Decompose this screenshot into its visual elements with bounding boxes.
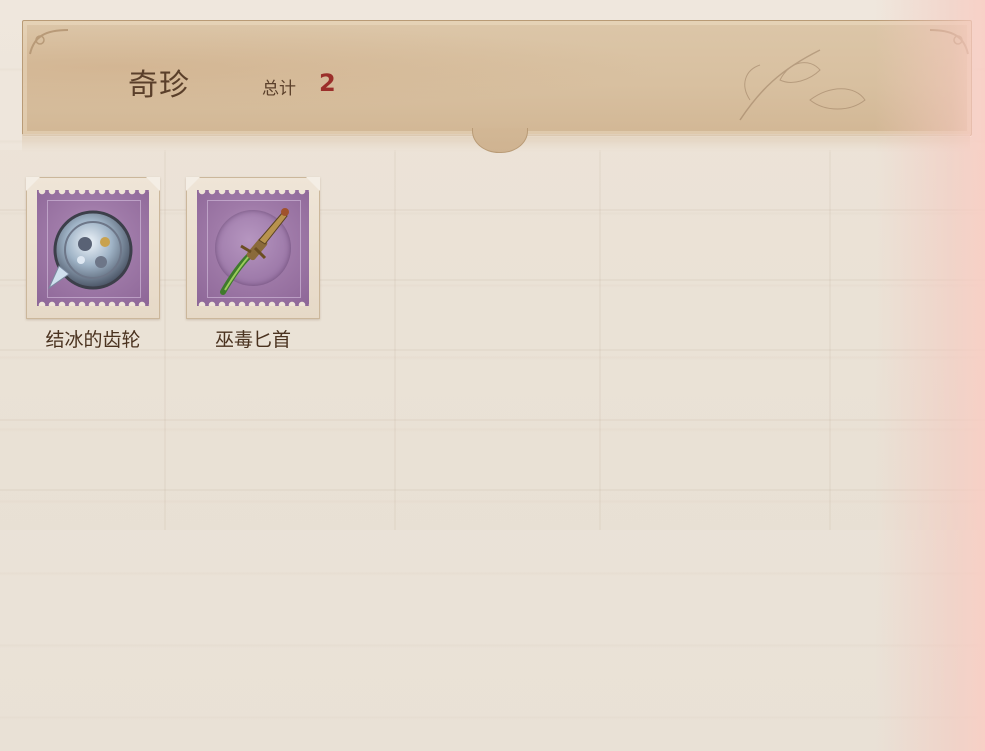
collection-item[interactable]: 巫毒匕首 — [186, 177, 320, 352]
total-count: 2 — [319, 69, 336, 97]
item-name: 巫毒匕首 — [214, 329, 291, 351]
page-title: 奇珍 — [128, 68, 190, 103]
item-card[interactable] — [186, 177, 320, 319]
corner-ornament-icon — [29, 29, 69, 55]
leaf-sketch-icon — [739, 49, 866, 121]
voodoo-dagger-icon — [220, 208, 289, 295]
corner-ornament-icon — [929, 29, 969, 55]
total-label: 总计 — [262, 79, 296, 99]
frozen-gear-icon — [47, 210, 133, 290]
stamp-frame — [37, 190, 149, 306]
item-name: 结冰的齿轮 — [45, 329, 141, 351]
stamp-frame — [197, 190, 309, 306]
collection-item[interactable]: 结冰的齿轮 — [26, 177, 160, 352]
item-card[interactable] — [26, 177, 160, 319]
